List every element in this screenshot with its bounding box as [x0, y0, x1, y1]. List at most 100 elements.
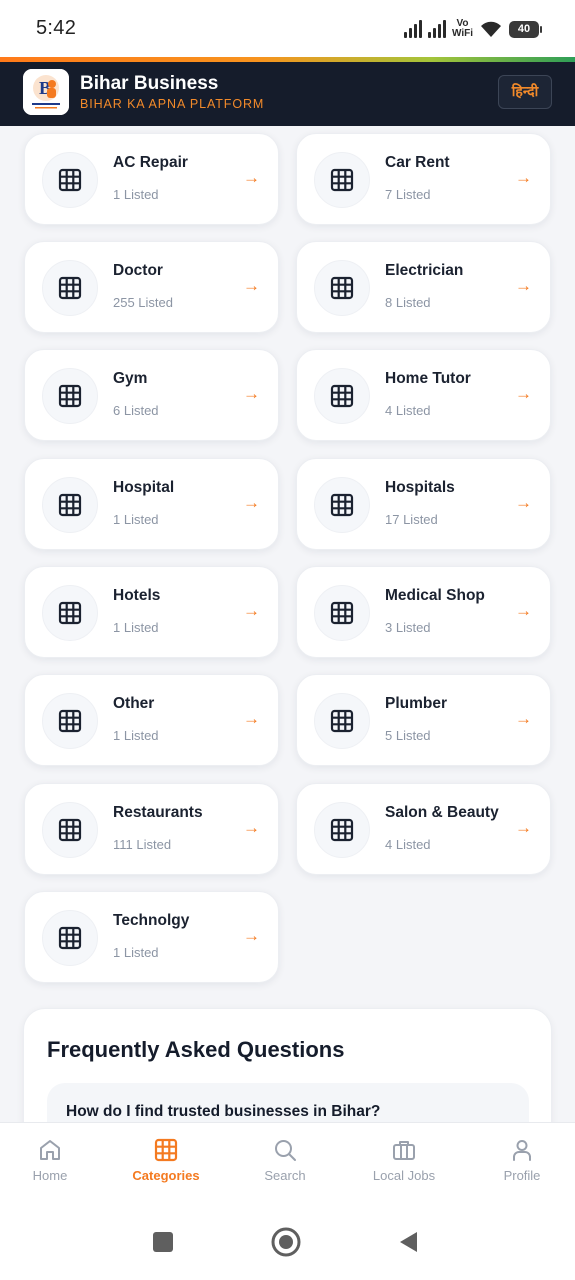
arrow-right-icon: → — [515, 601, 532, 620]
back-icon[interactable] — [397, 1230, 421, 1254]
signal-icon — [427, 20, 446, 38]
recents-icon[interactable] — [151, 1230, 175, 1254]
grid-icon — [154, 1138, 178, 1162]
category-count: 4 Listed — [385, 403, 431, 418]
category-name: Other — [113, 695, 155, 712]
grid-icon — [42, 368, 98, 424]
nav-label: Local Jobs — [372, 1168, 436, 1183]
nav-categories[interactable]: Categories — [116, 1123, 216, 1203]
home-circle-icon[interactable] — [271, 1227, 301, 1257]
nav-local-jobs[interactable]: Local Jobs — [354, 1123, 454, 1203]
vowifi-indicator: Vo WiFi — [451, 18, 473, 39]
user-icon — [513, 1140, 531, 1161]
nav-profile[interactable]: Profile — [472, 1123, 572, 1203]
category-name: Salon & Beauty — [385, 804, 499, 821]
category-card[interactable]: Doctor 255 Listed → — [24, 241, 279, 333]
category-card[interactable]: Home Tutor 4 Listed → — [296, 349, 551, 441]
battery-icon: 40 — [509, 20, 542, 38]
category-card[interactable]: Restaurants 111 Listed → — [24, 783, 279, 875]
category-name: Home Tutor — [385, 370, 471, 387]
grid-icon — [314, 368, 370, 424]
category-count: 4 Listed — [385, 837, 431, 852]
category-count: 111 Listed — [113, 837, 172, 852]
arrow-right-icon: → — [515, 818, 532, 837]
grid-icon — [42, 693, 98, 749]
grid-icon — [314, 802, 370, 858]
category-name: Technolgy — [113, 912, 190, 929]
category-count: 1 Listed — [113, 187, 159, 202]
grid-icon — [42, 585, 98, 641]
category-card[interactable]: Hotels 1 Listed → — [24, 566, 279, 658]
app-tagline: BIHAR KA APNA PLATFORM — [80, 97, 265, 111]
grid-icon — [314, 152, 370, 208]
category-name: AC Repair — [113, 154, 188, 171]
wifi-icon — [481, 21, 501, 37]
arrow-right-icon: → — [243, 493, 260, 512]
arrow-right-icon: → — [243, 601, 260, 620]
category-count: 5 Listed — [385, 728, 431, 743]
arrow-right-icon: → — [243, 926, 260, 945]
category-card[interactable]: Car Rent 7 Listed → — [296, 133, 551, 225]
status-bar: 5:42 Vo WiFi 40 — [0, 0, 575, 57]
search-icon — [275, 1140, 296, 1161]
grid-icon — [314, 585, 370, 641]
category-name: Doctor — [113, 262, 163, 279]
faq-title: Frequently Asked Questions — [47, 1037, 345, 1062]
app-header: B Bihar Business BIHAR KA APNA PLATFORM … — [0, 62, 575, 126]
arrow-right-icon: → — [243, 168, 260, 187]
category-name: Electrician — [385, 262, 464, 279]
category-name: Hospitals — [385, 479, 455, 496]
category-count: 17 Listed — [385, 512, 438, 527]
language-toggle-button[interactable]: हिन्दी — [498, 75, 552, 109]
system-nav-bar — [0, 1202, 575, 1280]
category-card[interactable]: Salon & Beauty 4 Listed → — [296, 783, 551, 875]
category-card[interactable]: Medical Shop 3 Listed → — [296, 566, 551, 658]
category-count: 1 Listed — [113, 512, 159, 527]
category-count: 1 Listed — [113, 945, 159, 960]
category-name: Medical Shop — [385, 587, 485, 604]
arrow-right-icon: → — [243, 709, 260, 728]
category-count: 6 Listed — [113, 403, 159, 418]
category-name: Car Rent — [385, 154, 450, 171]
category-count: 3 Listed — [385, 620, 431, 635]
category-card[interactable]: Electrician 8 Listed → — [296, 241, 551, 333]
arrow-right-icon: → — [243, 276, 260, 295]
status-icons: Vo WiFi 40 — [403, 16, 542, 42]
grid-icon — [314, 260, 370, 316]
category-name: Restaurants — [113, 804, 203, 821]
category-card[interactable]: AC Repair 1 Listed → — [24, 133, 279, 225]
grid-icon — [42, 802, 98, 858]
arrow-right-icon: → — [515, 276, 532, 295]
faq-question: How do I find trusted businesses in Biha… — [66, 1103, 381, 1120]
nav-label: Categories — [132, 1168, 200, 1183]
category-name: Hospital — [113, 479, 175, 496]
app-title: Bihar Business — [80, 73, 219, 94]
arrow-right-icon: → — [515, 168, 532, 187]
category-count: 7 Listed — [385, 187, 431, 202]
status-time: 5:42 — [36, 17, 77, 39]
signal-icon — [403, 20, 422, 38]
category-name: Plumber — [385, 695, 448, 712]
category-card[interactable]: Plumber 5 Listed → — [296, 674, 551, 766]
category-card[interactable]: Gym 6 Listed → — [24, 349, 279, 441]
category-count: 1 Listed — [113, 728, 159, 743]
nav-home[interactable]: Home — [0, 1123, 100, 1203]
category-card[interactable]: Technolgy 1 Listed → — [24, 891, 279, 983]
app-logo[interactable]: B — [23, 69, 69, 115]
grid-icon — [42, 477, 98, 533]
nav-search[interactable]: Search — [235, 1123, 335, 1203]
category-card[interactable]: Other 1 Listed → — [24, 674, 279, 766]
category-count: 8 Listed — [385, 295, 431, 310]
briefcase-icon — [393, 1141, 415, 1160]
category-name: Gym — [113, 370, 148, 387]
category-card[interactable]: Hospitals 17 Listed → — [296, 458, 551, 550]
grid-icon — [314, 477, 370, 533]
grid-icon — [42, 260, 98, 316]
category-count: 1 Listed — [113, 620, 159, 635]
nav-label: Profile — [503, 1168, 541, 1183]
home-icon — [40, 1140, 60, 1160]
category-card[interactable]: Hospital 1 Listed → — [24, 458, 279, 550]
arrow-right-icon: → — [515, 384, 532, 403]
grid-icon — [314, 693, 370, 749]
arrow-right-icon: → — [243, 384, 260, 403]
